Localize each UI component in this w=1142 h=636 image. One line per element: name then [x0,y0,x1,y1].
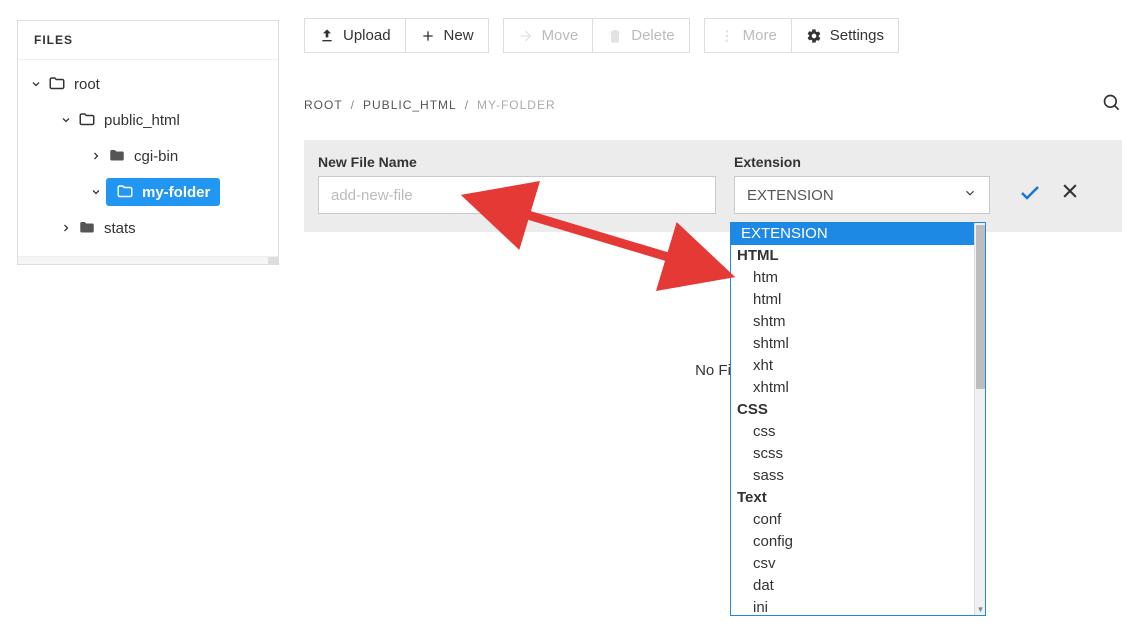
folder-tree: root public_html cgi-bin my-folder stats [18,60,278,256]
folder-icon [76,111,98,129]
sidebar-title: FILES [18,21,278,60]
dropdown-option[interactable]: xhtml [731,377,985,399]
dropdown-option[interactable]: htm [731,267,985,289]
dropdown-option-selected[interactable]: EXTENSION [731,223,985,245]
trash-icon [607,28,623,44]
breadcrumb-row: ROOT / PUBLIC_HTML / MY-FOLDER [304,93,1122,116]
tree-item-label: cgi-bin [134,148,178,165]
files-sidebar: FILES root public_html cgi-bin my-folder sta… [17,20,279,265]
dropdown-group-text: Text [731,487,985,509]
tree-item-root[interactable]: root [18,66,278,102]
toolbar-group-file: Upload New [304,18,489,53]
settings-button[interactable]: Settings [792,18,899,53]
extension-select[interactable]: EXTENSION [734,176,990,214]
breadcrumb-separator: / [351,98,355,112]
delete-label: Delete [631,27,674,44]
tree-item-label: stats [104,220,136,237]
dropdown-option[interactable]: ini [731,597,985,616]
tree-item-label: my-folder [142,184,210,201]
more-icon [719,28,735,44]
tree-item-label: root [74,76,100,93]
breadcrumb-separator: / [465,98,469,112]
new-file-actions [1018,181,1080,214]
toolbar: Upload New Move Delete [304,18,1122,53]
extension-field: Extension EXTENSION [734,154,990,214]
gear-icon [806,28,822,44]
new-button[interactable]: New [406,18,489,53]
new-file-panel: New File Name Extension EXTENSION [304,140,1122,232]
file-name-field: New File Name [318,154,716,214]
folder-icon [106,147,128,165]
file-name-input[interactable] [318,176,716,214]
dropdown-option[interactable]: dat [731,575,985,597]
dropdown-option[interactable]: shtm [731,311,985,333]
folder-icon [76,219,98,237]
extension-label: Extension [734,154,990,170]
sidebar-scrollbar[interactable] [18,256,278,264]
plus-icon [420,28,436,44]
upload-button[interactable]: Upload [304,18,406,53]
tree-item-stats[interactable]: stats [18,210,278,246]
more-label: More [743,27,777,44]
breadcrumb-part[interactable]: ROOT [304,98,343,112]
breadcrumb-part[interactable]: PUBLIC_HTML [363,98,457,112]
breadcrumb: ROOT / PUBLIC_HTML / MY-FOLDER [304,98,556,112]
dropdown-group-html: HTML [731,245,985,267]
search-icon[interactable] [1102,93,1122,116]
dropdown-option[interactable]: xht [731,355,985,377]
settings-label: Settings [830,27,884,44]
delete-button: Delete [593,18,689,53]
move-label: Move [542,27,579,44]
chevron-right-icon[interactable] [86,150,106,162]
confirm-icon[interactable] [1018,181,1042,208]
upload-label: Upload [343,27,391,44]
chevron-right-icon[interactable] [56,222,76,234]
dropdown-option[interactable]: css [731,421,985,443]
dropdown-option[interactable]: html [731,289,985,311]
chevron-down-icon[interactable] [86,186,106,198]
new-label: New [444,27,474,44]
chevron-down-icon[interactable] [26,78,46,90]
dropdown-option[interactable]: scss [731,443,985,465]
dropdown-option[interactable]: csv [731,553,985,575]
tree-item-label: public_html [104,112,180,129]
tree-item-cgi-bin[interactable]: cgi-bin [18,138,278,174]
more-button: More [704,18,792,53]
upload-icon [319,28,335,44]
folder-icon [46,75,68,93]
file-name-label: New File Name [318,154,716,170]
main-panel: Upload New Move Delete [304,18,1122,379]
chevron-down-icon[interactable] [56,114,76,126]
extension-selected-value: EXTENSION [747,187,834,204]
folder-icon [114,183,136,201]
toolbar-group-settings: More Settings [704,18,899,53]
dropdown-option[interactable]: config [731,531,985,553]
move-button: Move [503,18,594,53]
dropdown-scrollbar[interactable]: ▼ [974,223,985,615]
breadcrumb-part: MY-FOLDER [477,98,556,112]
move-icon [518,28,534,44]
cancel-icon[interactable] [1060,181,1080,208]
dropdown-group-css: CSS [731,399,985,421]
tree-item-public_html[interactable]: public_html [18,102,278,138]
toolbar-group-edit: Move Delete [503,18,690,53]
dropdown-option[interactable]: shtml [731,333,985,355]
tree-item-my-folder[interactable]: my-folder [18,174,278,210]
empty-state-text: No Fi [304,362,1122,379]
chevron-down-icon [963,186,977,204]
dropdown-option[interactable]: sass [731,465,985,487]
extension-dropdown[interactable]: EXTENSIONHTMLhtmhtmlshtmshtmlxhtxhtmlCSS… [730,222,986,616]
dropdown-option[interactable]: conf [731,509,985,531]
